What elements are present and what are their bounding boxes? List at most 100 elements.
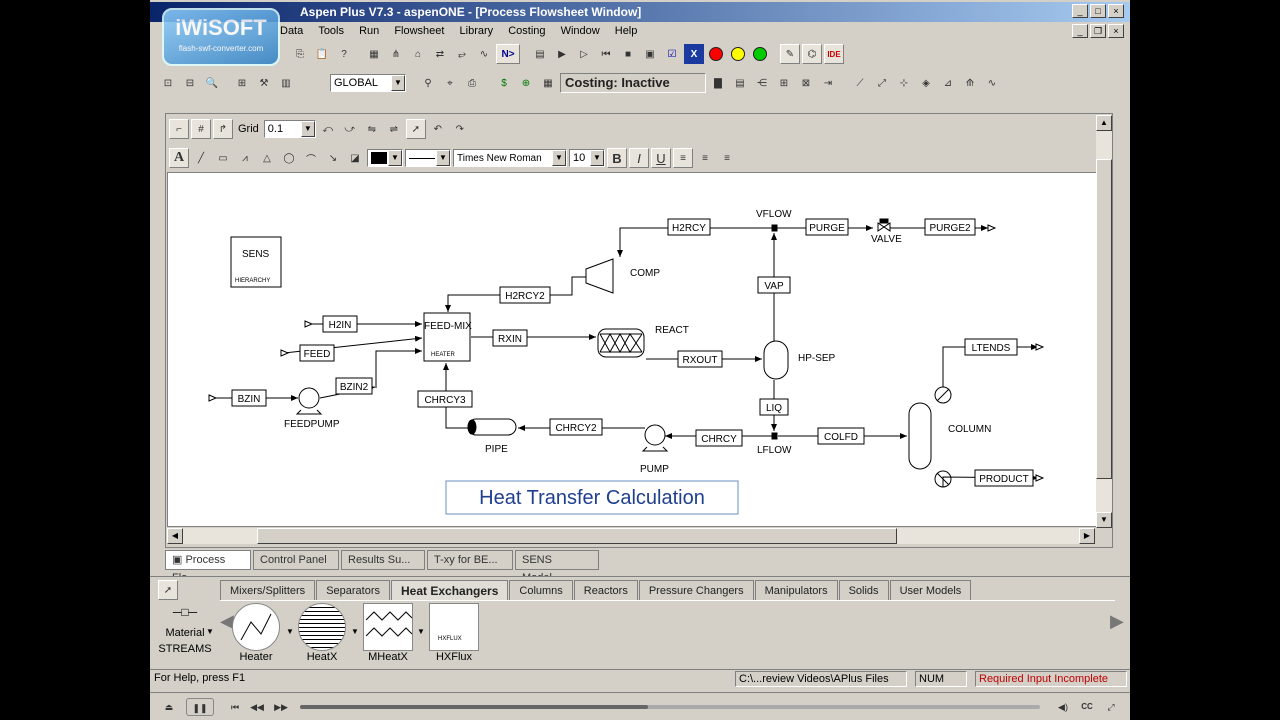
tab-control-panel[interactable]: Control Panel bbox=[253, 550, 339, 570]
valve-block[interactable] bbox=[877, 222, 891, 232]
chevron-down-icon[interactable]: ▼ bbox=[391, 75, 405, 91]
fullscreen-icon[interactable]: ⤢ bbox=[1102, 698, 1120, 716]
scroll-right-button[interactable]: ▶ bbox=[1079, 528, 1095, 544]
scroll-down-button[interactable]: ▼ bbox=[1096, 512, 1112, 528]
horizontal-scroll-thumb[interactable] bbox=[257, 528, 897, 544]
select-mode-icon[interactable]: ➚ bbox=[158, 580, 178, 600]
stop-icon[interactable]: ■ bbox=[618, 44, 638, 64]
stream-product[interactable]: PRODUCT bbox=[979, 474, 1028, 485]
run-icon[interactable]: ▶ bbox=[552, 44, 572, 64]
maximize-button[interactable]: □ bbox=[1090, 4, 1106, 18]
stream-purge2[interactable]: PURGE2 bbox=[929, 223, 971, 234]
costing-table-icon[interactable]: ▦ bbox=[538, 73, 558, 93]
report-icon[interactable]: ▤ bbox=[730, 73, 750, 93]
triangle-tool-icon[interactable]: △ bbox=[257, 148, 277, 168]
horizontal-scrollbar[interactable]: ◀ ▶ bbox=[167, 528, 1095, 544]
line-tool-icon[interactable]: ╱ bbox=[191, 148, 211, 168]
tools-icon[interactable]: ⚒ bbox=[254, 73, 274, 93]
ide-icon[interactable]: IDE bbox=[824, 44, 844, 64]
stream-colfd[interactable]: COLFD bbox=[824, 432, 858, 443]
stream-bzin2[interactable]: BZIN2 bbox=[340, 382, 369, 393]
find-icon[interactable]: ⚲ bbox=[418, 73, 438, 93]
heater-model[interactable]: Heater bbox=[232, 603, 280, 663]
tree-icon[interactable]: ⋲ bbox=[752, 73, 772, 93]
close-button[interactable]: × bbox=[1108, 4, 1124, 18]
rectangle-tool-icon[interactable]: ▭ bbox=[213, 148, 233, 168]
stream-dropdown-arrow[interactable]: ▼ bbox=[206, 627, 214, 636]
scroll-left-button[interactable]: ◀ bbox=[167, 528, 183, 544]
section-icon[interactable]: ⊡ bbox=[158, 73, 178, 93]
arc-tool-icon[interactable]: ⌒ bbox=[301, 148, 321, 168]
seek-bar[interactable] bbox=[300, 705, 1040, 709]
eject-icon[interactable]: ⏏ bbox=[160, 698, 178, 716]
chevron-down-icon[interactable]: ▼ bbox=[351, 627, 359, 636]
pause-icon[interactable]: ❚❚ bbox=[186, 698, 214, 716]
run-setup-icon[interactable]: ▤ bbox=[530, 44, 550, 64]
menu-run[interactable]: Run bbox=[353, 22, 385, 40]
tab-manipulators[interactable]: Manipulators bbox=[754, 580, 838, 600]
plot-icon[interactable]: ⟋ bbox=[850, 73, 870, 93]
chevron-down-icon[interactable]: ▼ bbox=[590, 150, 604, 166]
heatx-model[interactable]: HeatX bbox=[298, 603, 346, 663]
chevron-down-icon[interactable]: ▼ bbox=[417, 627, 425, 636]
tab-mixers-splitters[interactable]: Mixers/Splitters bbox=[220, 580, 316, 600]
select-arrow-icon[interactable]: ➚ bbox=[405, 119, 426, 139]
vertical-scroll-thumb[interactable] bbox=[1096, 159, 1112, 479]
tab-results-summary[interactable]: Results Su... bbox=[341, 550, 425, 570]
bold-icon[interactable]: B bbox=[607, 148, 627, 168]
next-button[interactable]: N> bbox=[496, 44, 520, 64]
step-icon[interactable]: ▷ bbox=[574, 44, 594, 64]
reinitialize-icon[interactable]: ⏮ bbox=[596, 44, 616, 64]
grid-size-dropdown[interactable]: 0.1 ▼ bbox=[263, 120, 316, 138]
tab-txy[interactable]: T-xy for BE... bbox=[427, 550, 513, 570]
redo-icon[interactable]: ↷ bbox=[450, 119, 470, 139]
menu-flowsheet[interactable]: Flowsheet bbox=[388, 22, 450, 40]
align-left-icon[interactable]: ≡ bbox=[673, 148, 693, 168]
plot-line-icon[interactable]: ⟰ bbox=[960, 73, 980, 93]
tab-columns[interactable]: Columns bbox=[509, 580, 573, 600]
menu-costing[interactable]: Costing bbox=[502, 22, 551, 40]
stream-bzin[interactable]: BZIN bbox=[238, 394, 261, 405]
print-icon[interactable]: ⎙ bbox=[462, 73, 482, 93]
view-icon[interactable]: ⊞ bbox=[232, 73, 252, 93]
hxflux-model[interactable]: HXFLUX HXFlux bbox=[429, 603, 479, 663]
chevron-down-icon[interactable]: ▼ bbox=[300, 121, 315, 137]
component-icon[interactable]: ⌂ bbox=[408, 44, 428, 64]
menu-library[interactable]: Library bbox=[454, 22, 500, 40]
stream-chrcy[interactable]: CHRCY bbox=[701, 434, 737, 445]
stream-ltends[interactable]: LTENDS bbox=[972, 343, 1011, 354]
scope-dropdown[interactable]: GLOBAL ▼ bbox=[330, 74, 406, 92]
stream-vap[interactable]: VAP bbox=[764, 281, 784, 292]
mheatx-model[interactable]: MHeatX bbox=[363, 603, 413, 663]
align-center-icon[interactable]: ≡ bbox=[695, 148, 715, 168]
cancel-x-icon[interactable]: X bbox=[684, 44, 704, 64]
mdi-close-button[interactable]: × bbox=[1108, 24, 1124, 38]
menu-tools[interactable]: Tools bbox=[312, 22, 350, 40]
line-style-dropdown[interactable]: ▼ bbox=[405, 149, 451, 167]
mirror-icon[interactable]: ⇌ bbox=[384, 119, 404, 139]
volume-icon[interactable]: ◀) bbox=[1054, 698, 1072, 716]
flowsheet-canvas[interactable]: H2RCY PURGE PURGE2 H2RCY2 VAP H2IN FEED … bbox=[167, 172, 1097, 527]
stream-chrcy3[interactable]: CHRCY3 bbox=[424, 395, 466, 406]
vertical-scrollbar[interactable]: ▲ ▼ bbox=[1096, 115, 1112, 528]
scroll-up-button[interactable]: ▲ bbox=[1096, 115, 1112, 131]
plot-axis-icon[interactable]: ⊿ bbox=[938, 73, 958, 93]
tag-icon[interactable]: ⌖ bbox=[440, 73, 460, 93]
grid-view-icon[interactable]: ▥ bbox=[276, 73, 296, 93]
undo-icon[interactable]: ↶ bbox=[428, 119, 448, 139]
grid-icon[interactable]: # bbox=[191, 119, 211, 139]
plot-curve-icon[interactable]: ∿ bbox=[982, 73, 1002, 93]
fill-tool-icon[interactable]: ◪ bbox=[345, 148, 365, 168]
menu-help[interactable]: Help bbox=[609, 22, 644, 40]
align-icon[interactable]: ↱ bbox=[213, 119, 233, 139]
plot-wizard-icon[interactable]: ⤢ bbox=[872, 73, 892, 93]
skip-start-icon[interactable]: ⏮ bbox=[226, 698, 244, 716]
chevron-down-icon[interactable]: ▼ bbox=[286, 627, 294, 636]
check-results-icon[interactable]: ☑ bbox=[662, 44, 682, 64]
control-panel-icon[interactable]: ▣ bbox=[640, 44, 660, 64]
underline-icon[interactable]: U bbox=[651, 148, 671, 168]
chevron-down-icon[interactable]: ▼ bbox=[552, 150, 566, 166]
stream-rxout[interactable]: RXOUT bbox=[683, 355, 718, 366]
stream-feed[interactable]: FEED bbox=[304, 349, 331, 360]
export-icon[interactable]: ⇥ bbox=[818, 73, 838, 93]
